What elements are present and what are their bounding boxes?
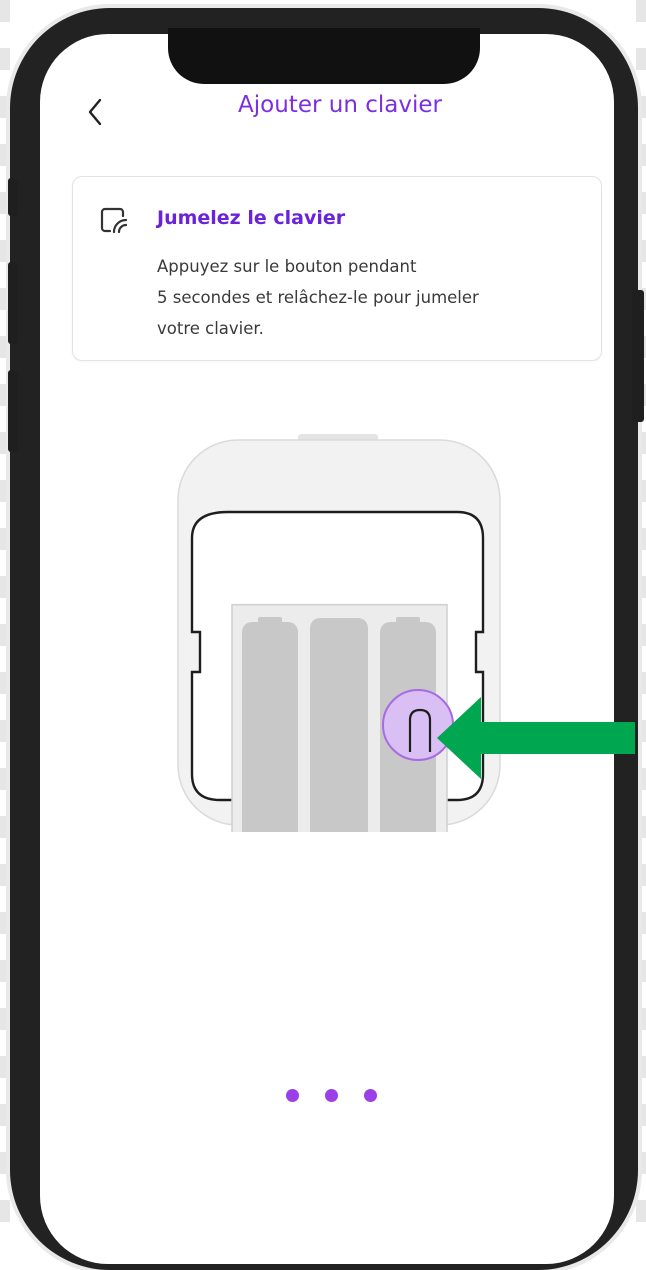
chevron-left-icon (88, 98, 102, 126)
card-text-line: votre clavier. (157, 319, 264, 338)
instruction-card: Jumelez le clavier Appuyez sur le bouton… (72, 176, 602, 361)
page-dot[interactable] (325, 1088, 338, 1102)
phone-notch (168, 28, 480, 84)
power-button (632, 290, 644, 422)
pagination-dots (286, 1085, 386, 1105)
arrow-left-icon (437, 697, 635, 779)
card-text-line: Appuyez sur le bouton pendant (157, 257, 417, 276)
card-text-line: 5 secondes et relâchez-le pour jumeler (157, 288, 479, 307)
mute-switch (8, 178, 18, 216)
page-title: Ajouter un clavier (238, 92, 442, 118)
volume-up-button (8, 262, 18, 344)
card-title: Jumelez le clavier (157, 207, 346, 229)
volume-down-button (8, 370, 18, 452)
pairing-icon (100, 207, 128, 234)
page-dot[interactable] (286, 1088, 299, 1102)
card-description: Appuyez sur le bouton pendant 5 secondes… (157, 251, 577, 344)
back-button[interactable] (80, 94, 110, 130)
page-dot[interactable] (364, 1088, 377, 1102)
